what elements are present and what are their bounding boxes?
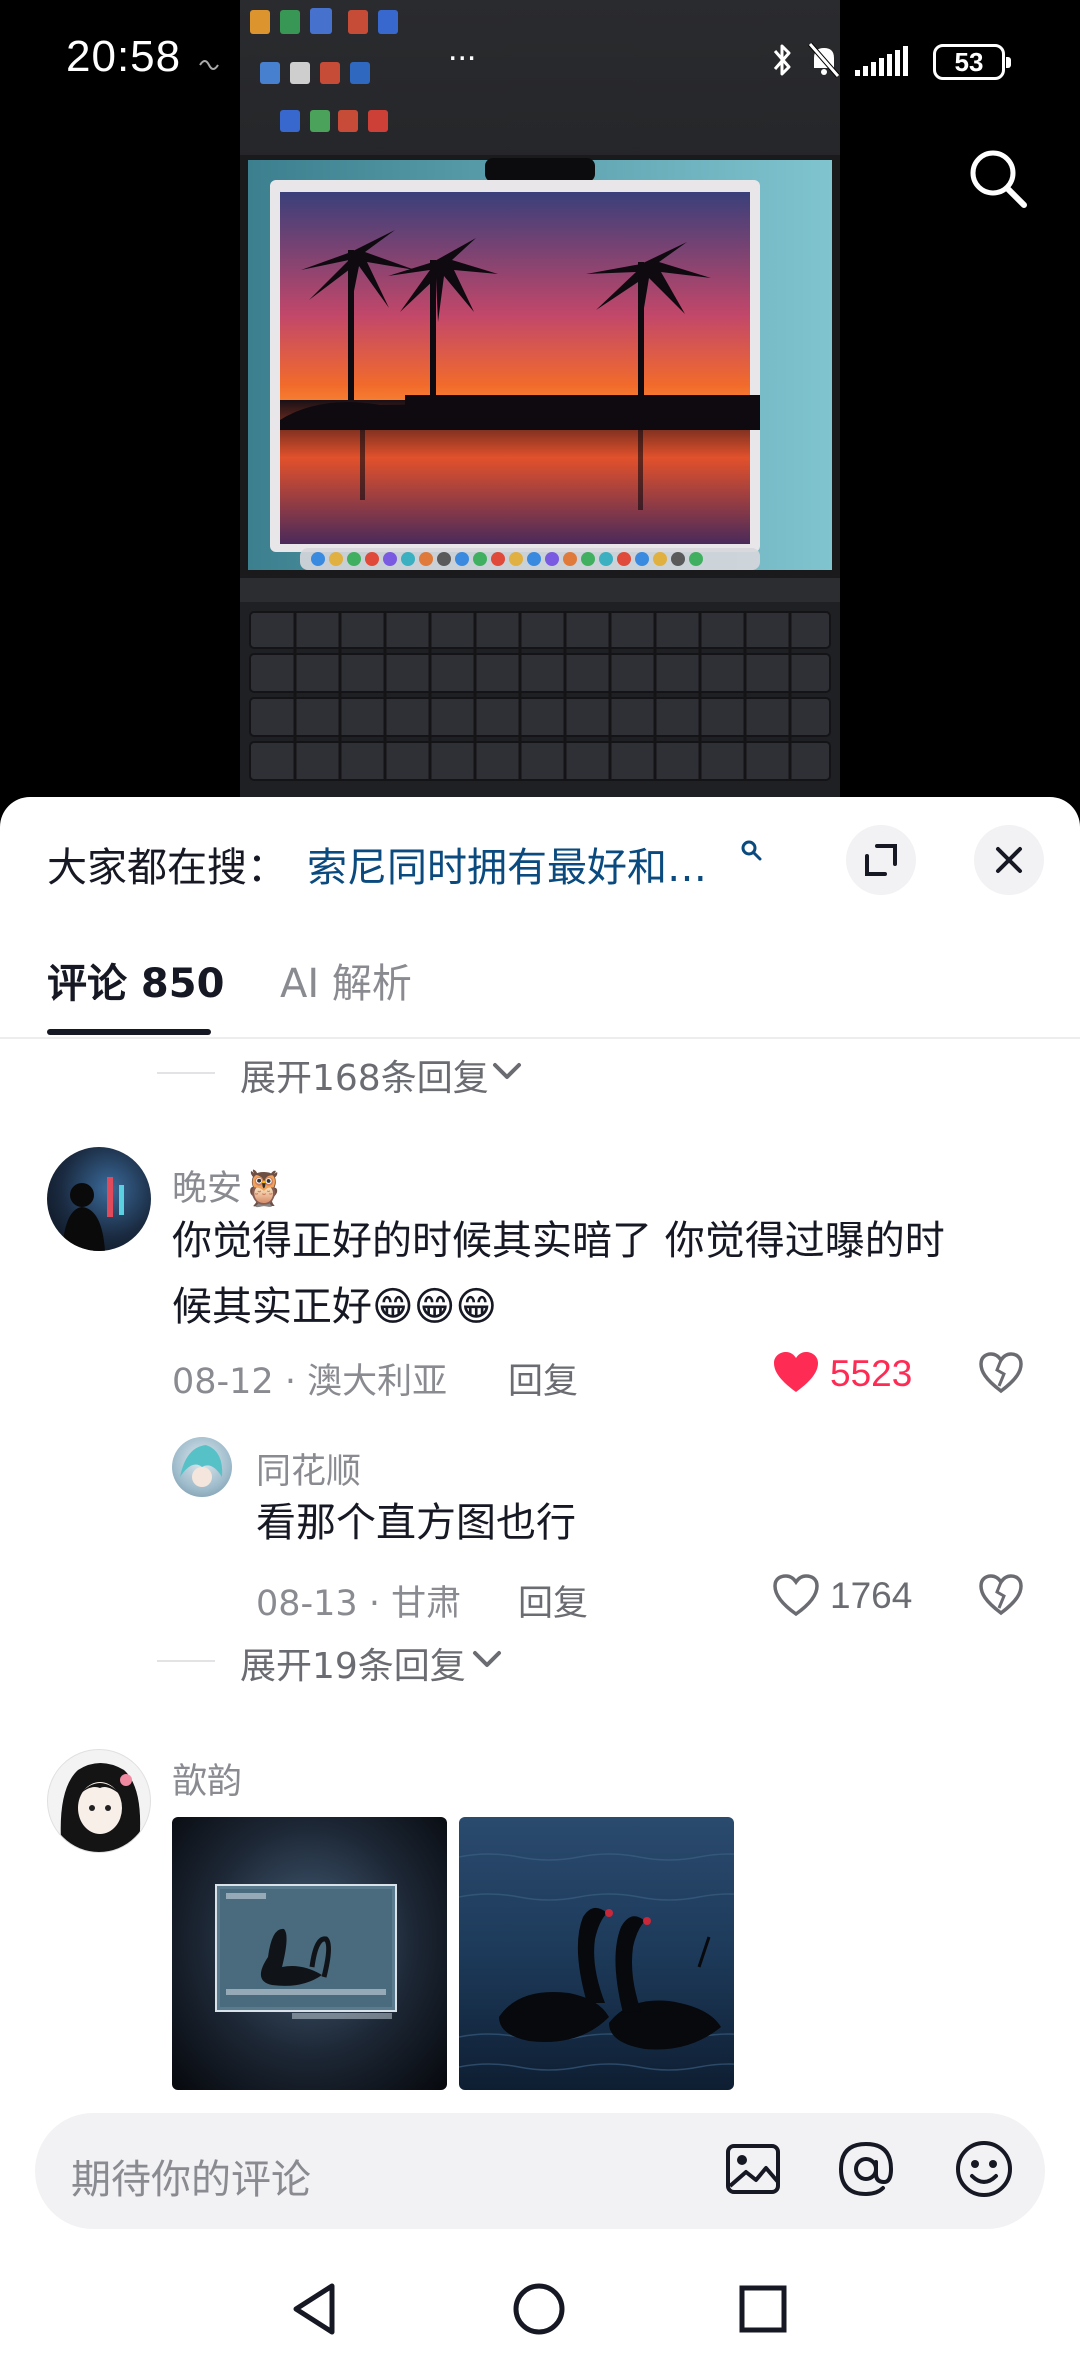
expand-button[interactable] (846, 825, 916, 895)
back-triangle-icon[interactable] (288, 2280, 342, 2338)
recents-square-icon[interactable] (734, 2280, 792, 2338)
black-swans-on-water-photo (459, 1853, 734, 2071)
avatar-image (60, 1763, 141, 1852)
reply-button[interactable]: 回复 (508, 1353, 578, 1404)
reply-text[interactable]: 看那个直方图也行 (256, 1490, 576, 1556)
camera-screen-black-swan-photo (215, 1884, 397, 2019)
reply-button[interactable]: 回复 (518, 1575, 588, 1626)
comment-image-camera-screen[interactable] (172, 1817, 447, 2090)
search-suggestion-label: 大家都在搜： (47, 845, 287, 891)
home-circle-icon[interactable] (510, 2280, 568, 2338)
tab-comments[interactable]: 评论 850 (47, 951, 224, 1009)
expand-replies-row[interactable]: 展开168条回复 (0, 1045, 1080, 1101)
comment-location: 澳大利亚 (307, 1362, 448, 1402)
comment-sheet: 大家都在搜： 索尼同时拥有最好和… 评论 850 AI 解析 展开168条回复 (0, 797, 1080, 2373)
expand-replies-row[interactable]: 展开19条回复 (0, 1633, 1080, 1689)
heart-filled-icon[interactable] (772, 1350, 820, 1394)
divider-line (157, 1660, 215, 1662)
nfc-icon (199, 60, 219, 70)
tab-ai-analysis[interactable]: AI 解析 (280, 951, 412, 1009)
emoji-icon[interactable] (953, 2138, 1015, 2200)
reply-meta: 08-13 · 甘肃 (256, 1575, 461, 1626)
comment-date: 08-12 (172, 1362, 274, 1402)
active-tab-indicator (47, 1029, 211, 1035)
comment-meta: 08-12 · 澳大利亚 (172, 1353, 447, 1404)
close-icon (996, 847, 1022, 873)
image-icon[interactable] (722, 2138, 784, 2200)
navigation-bar (0, 2252, 1080, 2373)
search-suggestion-link[interactable]: 索尼同时拥有最好和… (307, 835, 707, 893)
avatar[interactable] (47, 1147, 151, 1251)
reply-avatar[interactable] (172, 1437, 232, 1497)
search-button[interactable] (966, 146, 1030, 210)
expand-icon (865, 844, 897, 876)
video-player[interactable]: 20:58 ... 53 (0, 0, 1080, 800)
comment-image-black-swans[interactable] (459, 1817, 734, 2090)
comment-nickname[interactable]: 歆韵 (172, 1753, 242, 1804)
comment-text[interactable]: 你觉得正好的时候其实暗了 你觉得过曝的时 候其实正好😁😁😁 (172, 1208, 1042, 1340)
overflow-dots: ... (448, 30, 477, 68)
meta-separator: · (368, 1584, 392, 1624)
battery-icon: 53 (933, 44, 1011, 80)
expand-replies-label: 展开19条回复 (240, 1646, 466, 1687)
expand-replies-label: 展开168条回复 (240, 1058, 489, 1099)
mute-icon (808, 42, 840, 78)
comment-nickname[interactable]: 晚安🦉 (172, 1160, 286, 1211)
meta-separator: · (284, 1362, 308, 1402)
divider-line (157, 1072, 215, 1074)
comment-input[interactable]: 期待你的评论 (35, 2113, 1045, 2229)
status-time: 20:58 (66, 32, 182, 81)
reply-date: 08-13 (256, 1584, 358, 1624)
status-bar: 20:58 ... 53 (0, 0, 1080, 125)
comment-input-placeholder: 期待你的评论 (71, 2157, 311, 2203)
comment-text-line-2: 候其实正好😁😁😁 (172, 1284, 498, 1330)
dislike-broken-heart-icon[interactable] (978, 1351, 1024, 1395)
chevron-down-icon (473, 1651, 501, 1667)
comment-text-line-1: 你觉得正好的时候其实暗了 你觉得过曝的时 (172, 1218, 945, 1264)
search-icon (970, 150, 1027, 208)
reply-like-count: 1764 (830, 1575, 913, 1616)
sheet-header: 大家都在搜： 索尼同时拥有最好和… (0, 797, 1080, 921)
bluetooth-icon (773, 44, 791, 76)
like-count: 5523 (830, 1353, 913, 1394)
mention-at-icon[interactable] (835, 2138, 897, 2200)
chevron-down-icon (493, 1063, 521, 1079)
dislike-broken-heart-icon[interactable] (978, 1573, 1024, 1617)
close-button[interactable] (974, 825, 1044, 895)
heart-outline-icon[interactable] (772, 1573, 820, 1617)
reply-avatar-image (180, 1445, 223, 1487)
reply-location: 甘肃 (391, 1584, 462, 1624)
signal-icon (855, 46, 908, 76)
avatar[interactable] (47, 1749, 151, 1853)
search-small-icon (741, 840, 762, 861)
comment-tabs: 评论 850 AI 解析 (0, 921, 1080, 1039)
reply-nickname[interactable]: 同花顺 (256, 1443, 361, 1494)
avatar-image (62, 1177, 124, 1251)
